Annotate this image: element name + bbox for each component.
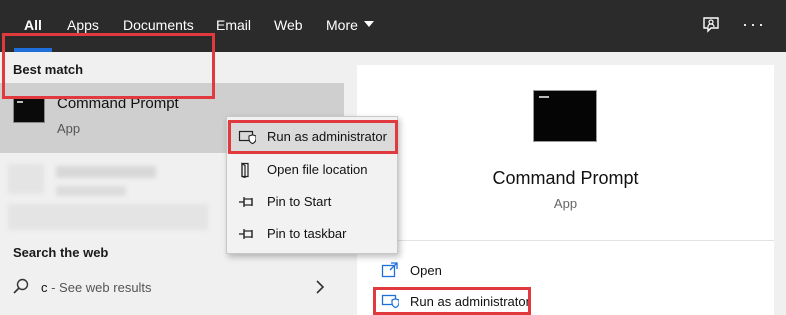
menu-item-label: Open file location (267, 162, 368, 177)
menu-highlight-box (228, 120, 398, 154)
blurred-detail (8, 204, 208, 230)
blurred-subtitle (56, 186, 126, 196)
tab-email[interactable]: Email (216, 0, 251, 52)
web-search-result[interactable]: c - See web results (0, 270, 344, 306)
menu-item-label: Pin to taskbar (267, 226, 347, 241)
search-web-heading: Search the web (13, 245, 109, 260)
caret-down-icon (363, 21, 374, 28)
open-icon (381, 262, 399, 278)
open-action[interactable]: Open (381, 256, 681, 284)
menu-item-label: Pin to Start (267, 194, 332, 209)
pin-icon (238, 226, 256, 242)
pin-icon (238, 194, 256, 210)
detail-subtitle: App (553, 196, 578, 211)
divider (357, 240, 774, 241)
search-icon (12, 277, 30, 295)
ellipsis-icon[interactable]: ··· (742, 14, 766, 38)
tab-more[interactable]: More (326, 0, 374, 52)
best-match-highlight-box (2, 33, 215, 99)
web-query: c - See web results (41, 280, 152, 295)
blurred-icon (8, 164, 44, 194)
run-as-admin-highlight-box (373, 287, 531, 315)
command-prompt-large-icon (533, 90, 597, 142)
chevron-right-icon[interactable] (313, 278, 327, 296)
detail-card: Command Prompt App Open Run as administr… (357, 65, 774, 315)
tab-more-label: More (326, 17, 358, 33)
blurred-title (56, 166, 156, 178)
detail-pane: Command Prompt App Open Run as administr… (344, 52, 786, 315)
web-query-suffix: - See web results (47, 280, 152, 295)
detail-title: Command Prompt (492, 168, 639, 188)
command-prompt-icon (13, 97, 45, 123)
feedback-icon[interactable] (700, 14, 724, 38)
menu-item-open-file-location[interactable]: Open file location (227, 154, 397, 186)
open-action-label: Open (410, 263, 442, 278)
menu-item-pin-to-start[interactable]: Pin to Start (227, 186, 397, 218)
tab-web[interactable]: Web (274, 0, 303, 52)
best-match-subtitle: App (57, 121, 81, 136)
folder-icon (238, 162, 256, 179)
menu-item-pin-to-taskbar[interactable]: Pin to taskbar (227, 218, 397, 250)
